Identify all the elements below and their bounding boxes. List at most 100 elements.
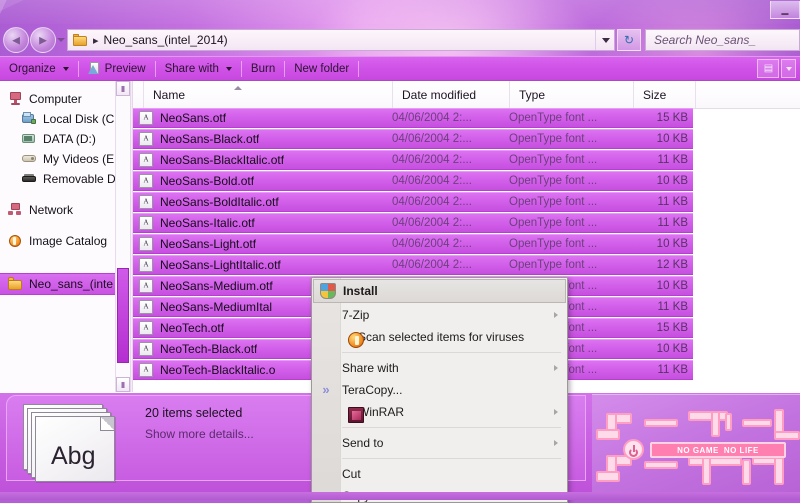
logo-text-right: NO LIFE	[723, 445, 759, 455]
submenu-arrow-icon	[554, 440, 558, 446]
opentype-font-icon: A	[139, 321, 153, 335]
table-row[interactable]: A NeoSans-Bold.otf 04/06/2004 2:... OpenTyp…	[133, 171, 693, 191]
scroll-down-icon	[121, 381, 125, 388]
file-size: 10 KB	[656, 133, 688, 145]
page-fold-icon	[100, 417, 114, 431]
logo-block	[644, 461, 678, 469]
column-name-label: Name	[153, 87, 186, 102]
burn-label: Burn	[250, 62, 276, 75]
table-row[interactable]: A NeoSans-Black.otf 04/06/2004 2:... OpenTy…	[133, 129, 693, 149]
recent-locations-button[interactable]	[56, 27, 67, 53]
menu-item-send-to[interactable]: Send to	[312, 432, 567, 454]
table-row[interactable]: A NeoSans-BoldItalic.otf 04/06/2004 2:... O…	[133, 192, 693, 212]
column-size-label: Size	[643, 87, 667, 102]
chevron-down-icon	[602, 38, 610, 43]
sidebar-item-network[interactable]: Network	[0, 200, 130, 220]
file-name: NeoTech.otf	[160, 321, 225, 335]
file-size: 11 KB	[657, 364, 688, 376]
share-with-button[interactable]: Share with	[156, 56, 241, 81]
column-header-size[interactable]: Size	[634, 81, 696, 108]
forward-button[interactable]: ►	[30, 27, 56, 53]
logo-block	[711, 411, 720, 437]
logo-block	[725, 413, 732, 431]
menu-item-share-with[interactable]: Share with	[312, 357, 567, 379]
menu-item-7-zip[interactable]: 7-Zip	[312, 304, 567, 326]
sidebar-item-neo-sans-inte[interactable]: Neo_sans_(inte	[0, 273, 130, 295]
navigation-scrollbar[interactable]	[115, 81, 130, 392]
sidebar-item-image-catalog[interactable]: Image Catalog	[0, 231, 130, 251]
refresh-button[interactable]: ↻	[617, 29, 641, 51]
scroll-down-button[interactable]	[116, 377, 130, 392]
chevron-down-icon	[57, 38, 65, 42]
file-name: NeoSans-MediumItal	[160, 300, 273, 314]
file-name: NeoSans-Italic.otf	[160, 216, 255, 230]
folder-icon	[73, 34, 87, 46]
menu-item-label: Send to	[342, 436, 384, 450]
refresh-icon: ↻	[623, 33, 635, 47]
opentype-font-icon: A	[139, 216, 153, 230]
search-input[interactable]: Search Neo_sans_	[645, 29, 800, 51]
sidebar-item-label: Local Disk (C:)	[43, 112, 122, 126]
sidebar-item-data-d[interactable]: DATA (D:)	[0, 129, 130, 149]
opentype-font-icon: A	[139, 132, 153, 146]
menu-item-cut[interactable]: Cut	[312, 463, 567, 485]
table-row[interactable]: A NeoSans-Light.otf 04/06/2004 2:... OpenTy…	[133, 234, 693, 254]
column-grip[interactable]	[133, 81, 144, 108]
back-button[interactable]: ◄	[3, 27, 29, 53]
menu-item-install[interactable]: Install	[313, 279, 566, 303]
organize-label: Organize	[9, 62, 56, 75]
file-name: NeoSans-Light.otf	[160, 237, 257, 251]
sidebar-item-label: Removable Di	[43, 172, 119, 186]
address-bar[interactable]: ▸ Neo_sans_(intel_2014)	[67, 29, 615, 51]
sidebar-item-computer[interactable]: Computer	[0, 89, 130, 109]
file-date-modified: 04/06/2004 2:...	[392, 133, 472, 145]
file-type: OpenType font ...	[509, 259, 598, 271]
table-row[interactable]: A NeoSans.otf 04/06/2004 2:... OpenType fon…	[133, 108, 693, 128]
change-view-button[interactable]: ▤	[757, 59, 779, 78]
scrollbar-thumb[interactable]	[117, 268, 129, 363]
minimize-button[interactable]: ▁	[770, 1, 800, 19]
new-folder-label: New folder	[294, 62, 350, 75]
scroll-up-button[interactable]	[116, 81, 130, 96]
toolbar-right-group: ▤	[757, 59, 800, 78]
logo-block	[774, 431, 800, 440]
burn-button[interactable]: Burn	[242, 56, 284, 81]
menu-item-label: Install	[343, 284, 378, 298]
chevron-down-icon	[225, 66, 232, 71]
column-type-label: Type	[519, 87, 546, 102]
minimize-icon: ▁	[781, 4, 789, 14]
column-header-date[interactable]: Date modified	[393, 81, 510, 108]
show-more-details-link[interactable]: Show more details...	[145, 427, 254, 441]
submenu-arrow-icon	[554, 365, 558, 371]
sidebar-item-my-videos-e[interactable]: My Videos (E:)	[0, 149, 130, 169]
new-folder-button[interactable]: New folder	[285, 56, 358, 81]
table-row[interactable]: A NeoSans-LightItalic.otf 04/06/2004 2:...…	[133, 255, 693, 275]
logo-block	[774, 457, 784, 485]
organize-button[interactable]: Organize	[0, 56, 78, 81]
view-options-button[interactable]	[781, 59, 796, 78]
table-row[interactable]: A NeoSans-BlackItalic.otf 04/06/2004 2:...…	[133, 150, 693, 170]
nav-group-spacer	[0, 220, 130, 231]
file-type: OpenType font ...	[509, 112, 598, 124]
file-date-modified: 04/06/2004 2:...	[392, 259, 472, 271]
file-date-modified: 04/06/2004 2:...	[392, 238, 472, 250]
column-header-type[interactable]: Type	[510, 81, 634, 108]
opentype-font-icon: A	[139, 279, 153, 293]
menu-item-scan-selected-items-for-viruses[interactable]: Scan selected items for viruses	[312, 326, 567, 348]
context-menu: Install 7-Zip Scan selected items for viru…	[311, 277, 568, 503]
preview-label: Preview	[104, 62, 146, 75]
preview-button[interactable]: Preview	[79, 56, 155, 81]
menu-item-winrar[interactable]: WinRAR	[312, 401, 567, 423]
address-dropdown-button[interactable]	[595, 30, 614, 50]
menu-separator	[342, 458, 561, 459]
image-catalog-icon	[8, 234, 23, 248]
sidebar-item-removable-di[interactable]: Removable Di	[0, 169, 130, 189]
file-size: 11 KB	[657, 196, 688, 208]
file-name: NeoSans-Black.otf	[160, 132, 260, 146]
wallpaper-logo-panel: NO GAME NO LIFE	[592, 394, 800, 493]
sidebar-item-local-disk-c[interactable]: Local Disk (C:)	[0, 109, 130, 129]
column-header-name[interactable]: Name	[144, 81, 393, 108]
breadcrumb-current-folder[interactable]: Neo_sans_(intel_2014)	[104, 33, 228, 47]
table-row[interactable]: A NeoSans-Italic.otf 04/06/2004 2:... OpenT…	[133, 213, 693, 233]
menu-item-teracopy[interactable]: » TeraCopy...	[312, 379, 567, 401]
